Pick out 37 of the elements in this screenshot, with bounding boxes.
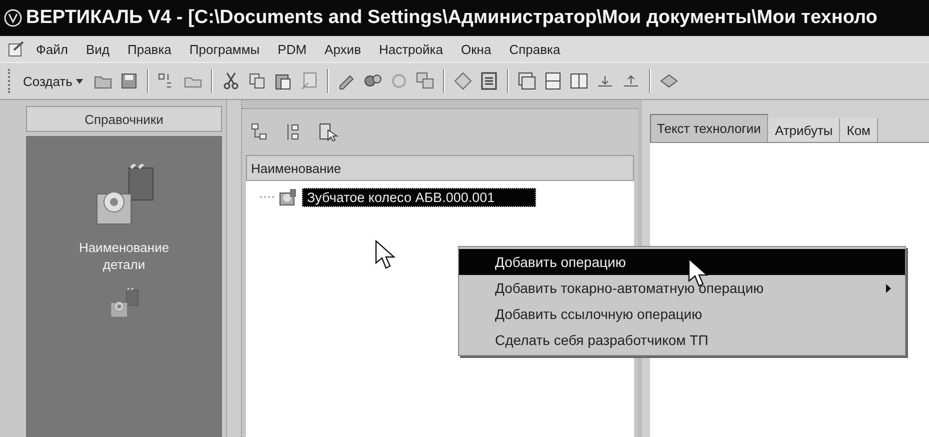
app-logo-icon	[4, 9, 22, 27]
tab[interactable]: Ком	[840, 118, 878, 142]
caret-icon	[76, 78, 84, 84]
tab[interactable]: Текст технологии	[650, 114, 768, 142]
document-icon[interactable]	[299, 71, 320, 91]
sidebar-header[interactable]: Справочники	[26, 106, 222, 132]
menu-item[interactable]: Настройка	[370, 40, 451, 58]
split-horizontal-icon[interactable]	[543, 71, 564, 91]
menu-item[interactable]: Добавить операцию	[459, 249, 905, 275]
menu-item[interactable]: Правка	[120, 40, 180, 58]
tree-item[interactable]: Зубчатое колесо АБВ.000.001	[302, 188, 536, 206]
list-icon[interactable]	[479, 71, 500, 91]
sidebar-item[interactable]: Наименование детали	[64, 164, 184, 274]
mouse-pointer-icon	[375, 240, 397, 270]
menu-item[interactable]: Добавить ссылочную операцию	[459, 301, 905, 327]
diamond-icon[interactable]	[453, 71, 474, 91]
menu-item[interactable]: PDM	[270, 40, 315, 58]
menu-item[interactable]: Архив	[316, 40, 369, 58]
window-title: ВЕРТИКАЛЬ V4 - [C:\Documents and Settings\Администратор\Мои документы\Мои техноло	[26, 7, 878, 29]
menu-item[interactable]: Вид	[78, 40, 118, 58]
menu-item[interactable]: Справка	[501, 40, 568, 58]
create-button[interactable]: Создать	[19, 72, 88, 90]
app-menu-icon[interactable]	[6, 40, 26, 58]
menu-item[interactable]: Программы	[181, 40, 268, 58]
menu-item[interactable]: Окна	[452, 40, 500, 58]
menu-item[interactable]: Сделать себя разработчиком ТП	[459, 327, 905, 353]
list-select-icon[interactable]	[318, 122, 338, 142]
menu-item[interactable]: Добавить токарно-автоматную операцию	[459, 275, 905, 301]
machine-part-icon	[278, 187, 298, 207]
tab[interactable]: Атрибуты	[768, 118, 840, 142]
copy-icon[interactable]	[247, 71, 268, 91]
cascade-icon[interactable]	[517, 71, 538, 91]
windows-icon[interactable]	[415, 71, 436, 91]
tree-line-icon	[260, 195, 274, 199]
column-header[interactable]: Наименование	[246, 155, 634, 181]
menu-item[interactable]: Файл	[28, 40, 76, 58]
split-vertical-icon[interactable]	[569, 71, 590, 91]
